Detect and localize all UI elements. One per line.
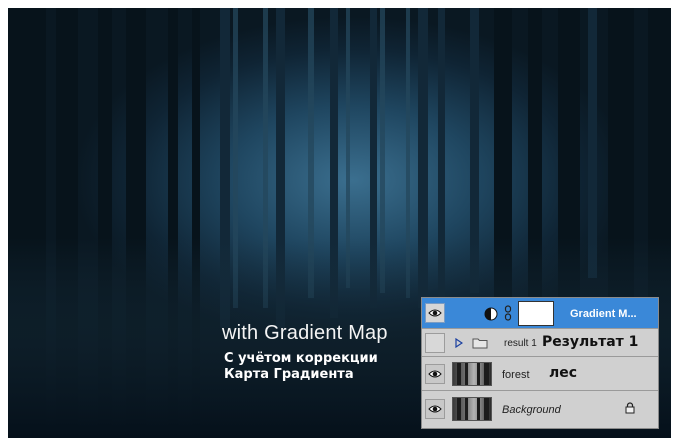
layer-name[interactable]: Gradient M... xyxy=(570,308,637,320)
layers-panel: Gradient M... result 1 Результат 1 fores… xyxy=(421,297,659,429)
caption-russian-line-2: Карта Градиента xyxy=(224,367,354,382)
layer-mask-thumbnail[interactable] xyxy=(518,301,554,326)
layer-thumbnail xyxy=(452,397,492,421)
visibility-toggle[interactable] xyxy=(425,333,445,353)
eye-icon xyxy=(428,370,442,378)
adjustment-layer-icon xyxy=(484,307,498,321)
layer-row-result-1[interactable]: result 1 Результат 1 xyxy=(422,329,658,357)
layer-name[interactable]: Background xyxy=(502,404,561,416)
layer-name[interactable]: result 1 xyxy=(504,338,537,349)
layer-row-forest[interactable]: forest лес xyxy=(422,357,658,391)
disclosure-triangle-icon[interactable] xyxy=(455,338,463,348)
folder-icon xyxy=(472,338,488,349)
caption-russian-line-1: С учётом коррекции xyxy=(224,351,378,366)
layer-name[interactable]: forest xyxy=(502,369,530,381)
layer-thumbnail xyxy=(452,362,492,386)
chain-link-icon xyxy=(504,305,512,321)
eye-icon xyxy=(428,405,442,413)
layer-row-gradient-map[interactable]: Gradient M... xyxy=(422,298,658,329)
visibility-toggle[interactable] xyxy=(425,303,445,323)
layer-row-background[interactable]: Background xyxy=(422,391,658,428)
caption-english: with Gradient Map xyxy=(222,322,388,344)
eye-icon xyxy=(428,309,442,317)
layer-annotation: лес xyxy=(549,365,578,381)
layer-annotation: Результат 1 xyxy=(542,334,639,350)
visibility-toggle[interactable] xyxy=(425,364,445,384)
visibility-toggle[interactable] xyxy=(425,399,445,419)
lock-icon xyxy=(625,402,635,414)
